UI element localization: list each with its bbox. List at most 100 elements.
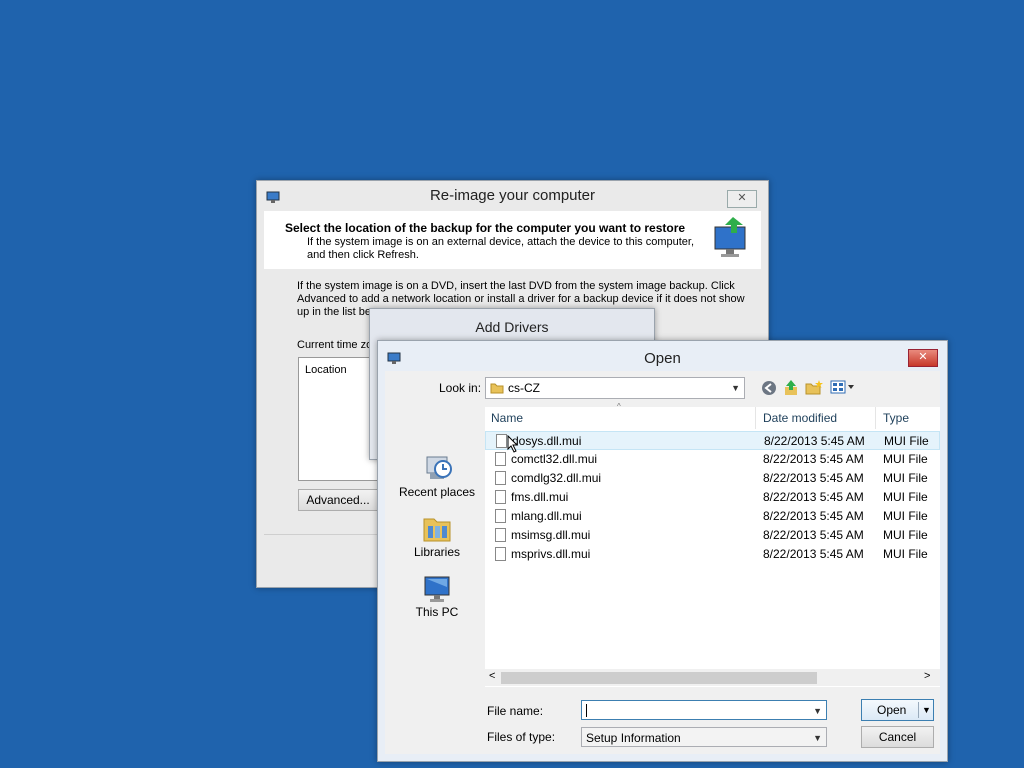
horizontal-scrollbar[interactable]: < > (485, 669, 940, 686)
open-dialog: Open ✕ Look in: cs-CZ ▼ Recent places Li… (377, 340, 948, 762)
file-icon (495, 452, 506, 466)
column-date-header[interactable]: Date modified (763, 407, 837, 429)
file-icon (495, 509, 506, 523)
reimage-body-3: up in the list be (297, 306, 371, 318)
file-date: 8/22/2013 5:45 AM (763, 528, 864, 542)
scroll-right-icon[interactable]: > (924, 670, 930, 682)
this-pc-icon (421, 573, 453, 605)
header-divider-2 (875, 407, 876, 429)
file-icon (495, 471, 506, 485)
places-this-pc[interactable]: This PC (385, 573, 489, 619)
back-icon[interactable] (761, 380, 777, 399)
file-name-input[interactable]: ▼ (581, 700, 827, 720)
chevron-down-icon: ▼ (731, 383, 740, 393)
files-of-type-dropdown[interactable]: Setup Information ▼ (581, 727, 827, 747)
file-row[interactable]: dosys.dll.mui 8/22/2013 5:45 AM MUI File (485, 431, 940, 450)
reimage-subtext-1: If the system image is on an external de… (307, 236, 695, 248)
reimage-body-2: Advanced to add a network location or in… (297, 293, 745, 305)
file-date: 8/22/2013 5:45 AM (763, 547, 864, 561)
location-list[interactable]: Location (298, 357, 380, 481)
reimage-title: Re-image your computer (429, 187, 596, 204)
file-name: dosys.dll.mui (512, 434, 582, 448)
file-icon (496, 434, 507, 448)
reimage-close-button[interactable]: ✕ (727, 190, 757, 208)
location-column-header[interactable]: Location (305, 364, 347, 376)
places-libraries[interactable]: Libraries (385, 513, 489, 559)
column-name-header[interactable]: Name (491, 407, 523, 429)
file-icon (495, 528, 506, 542)
places-bar: Recent places Libraries This PC (385, 409, 483, 673)
file-name: comdlg32.dll.mui (511, 471, 602, 485)
file-icon (495, 490, 506, 504)
folder-icon (490, 381, 504, 401)
file-rows: dosys.dll.mui 8/22/2013 5:45 AM MUI File c… (485, 431, 940, 631)
view-menu-icon[interactable] (830, 380, 856, 397)
file-type: MUI File (883, 509, 928, 523)
recent-places-icon (421, 453, 453, 485)
open-split-arrow-icon[interactable]: ▼ (922, 700, 931, 720)
advanced-button[interactable]: Advanced... (298, 489, 378, 511)
file-type: MUI File (883, 490, 928, 504)
libraries-icon (421, 513, 453, 545)
file-name: comctl32.dll.mui (511, 452, 598, 466)
open-dialog-close-button[interactable]: ✕ (908, 349, 938, 367)
desktop: { "reimage": { "title": "Re-image your c… (0, 0, 1024, 768)
open-button[interactable]: Open ▼ (861, 699, 934, 721)
add-drivers-title: Add Drivers (475, 319, 549, 335)
header-divider-1 (755, 407, 756, 429)
new-folder-icon[interactable] (805, 379, 823, 400)
files-of-type-label: Files of type: (487, 730, 556, 744)
sort-caret-icon: ^ (617, 402, 621, 411)
open-dialog-title: Open (644, 350, 681, 367)
chevron-down-icon: ▼ (813, 733, 822, 743)
file-row[interactable]: mlang.dll.mui 8/22/2013 5:45 AM MUI File (485, 507, 940, 526)
column-type-header[interactable]: Type (883, 407, 909, 429)
look-in-value: cs-CZ (508, 381, 540, 395)
reimage-body-1: If the system image is on a DVD, insert … (297, 280, 735, 292)
file-name-label: File name: (487, 704, 544, 718)
file-row[interactable]: comdlg32.dll.mui 8/22/2013 5:45 AM MUI Fil… (485, 469, 940, 488)
places-recent-label: Recent places (398, 485, 476, 499)
reimage-heading: Select the location of the backup for th… (285, 221, 686, 235)
file-row[interactable]: comctl32.dll.mui 8/22/2013 5:45 AM MUI Fil… (485, 450, 940, 469)
file-date: 8/22/2013 5:45 AM (763, 452, 864, 466)
scroll-left-icon[interactable]: < (489, 670, 495, 682)
file-date: 8/22/2013 5:45 AM (763, 509, 864, 523)
places-libraries-label: Libraries (413, 545, 461, 559)
files-of-type-value: Setup Information (586, 731, 681, 745)
up-folder-icon[interactable] (783, 379, 799, 400)
restore-computer-icon (711, 215, 751, 262)
places-this-pc-label: This PC (415, 605, 459, 619)
file-name: fms.dll.mui (511, 490, 569, 504)
file-name: msimsg.dll.mui (511, 528, 591, 542)
file-date: 8/22/2013 5:45 AM (764, 434, 865, 448)
file-type: MUI File (883, 547, 928, 561)
text-caret (586, 704, 587, 717)
file-type: MUI File (883, 528, 928, 542)
places-recent[interactable]: Recent places (385, 453, 489, 499)
look-in-label: Look in: (439, 381, 482, 395)
file-row[interactable]: fms.dll.mui 8/22/2013 5:45 AM MUI File (485, 488, 940, 507)
file-type: MUI File (884, 434, 929, 448)
file-date: 8/22/2013 5:45 AM (763, 471, 864, 485)
reimage-subtext-2: and then click Refresh. (307, 249, 419, 261)
scrollbar-thumb[interactable] (501, 672, 817, 684)
open-dialog-content: Look in: cs-CZ ▼ Recent places Libraries… (385, 371, 940, 754)
reimage-header-panel: Select the location of the backup for th… (264, 211, 761, 269)
open-button-label: Open (877, 703, 907, 717)
timezone-label: Current time zo (297, 339, 373, 351)
file-row[interactable]: msimsg.dll.mui 8/22/2013 5:45 AM MUI File (485, 526, 940, 545)
chevron-down-icon[interactable]: ▼ (813, 701, 822, 721)
file-name: msprivs.dll.mui (511, 547, 591, 561)
file-type: MUI File (883, 452, 928, 466)
file-list[interactable]: Name ^ Date modified Type dosys.dll.mui 8… (485, 402, 940, 687)
file-type: MUI File (883, 471, 928, 485)
mouse-cursor-icon (507, 434, 519, 456)
cancel-button[interactable]: Cancel (861, 726, 934, 748)
file-name: mlang.dll.mui (511, 509, 582, 523)
file-icon (495, 547, 506, 561)
file-date: 8/22/2013 5:45 AM (763, 490, 864, 504)
look-in-dropdown[interactable]: cs-CZ ▼ (485, 377, 745, 399)
open-split-divider (918, 702, 919, 718)
file-row[interactable]: msprivs.dll.mui 8/22/2013 5:45 AM MUI File (485, 545, 940, 564)
